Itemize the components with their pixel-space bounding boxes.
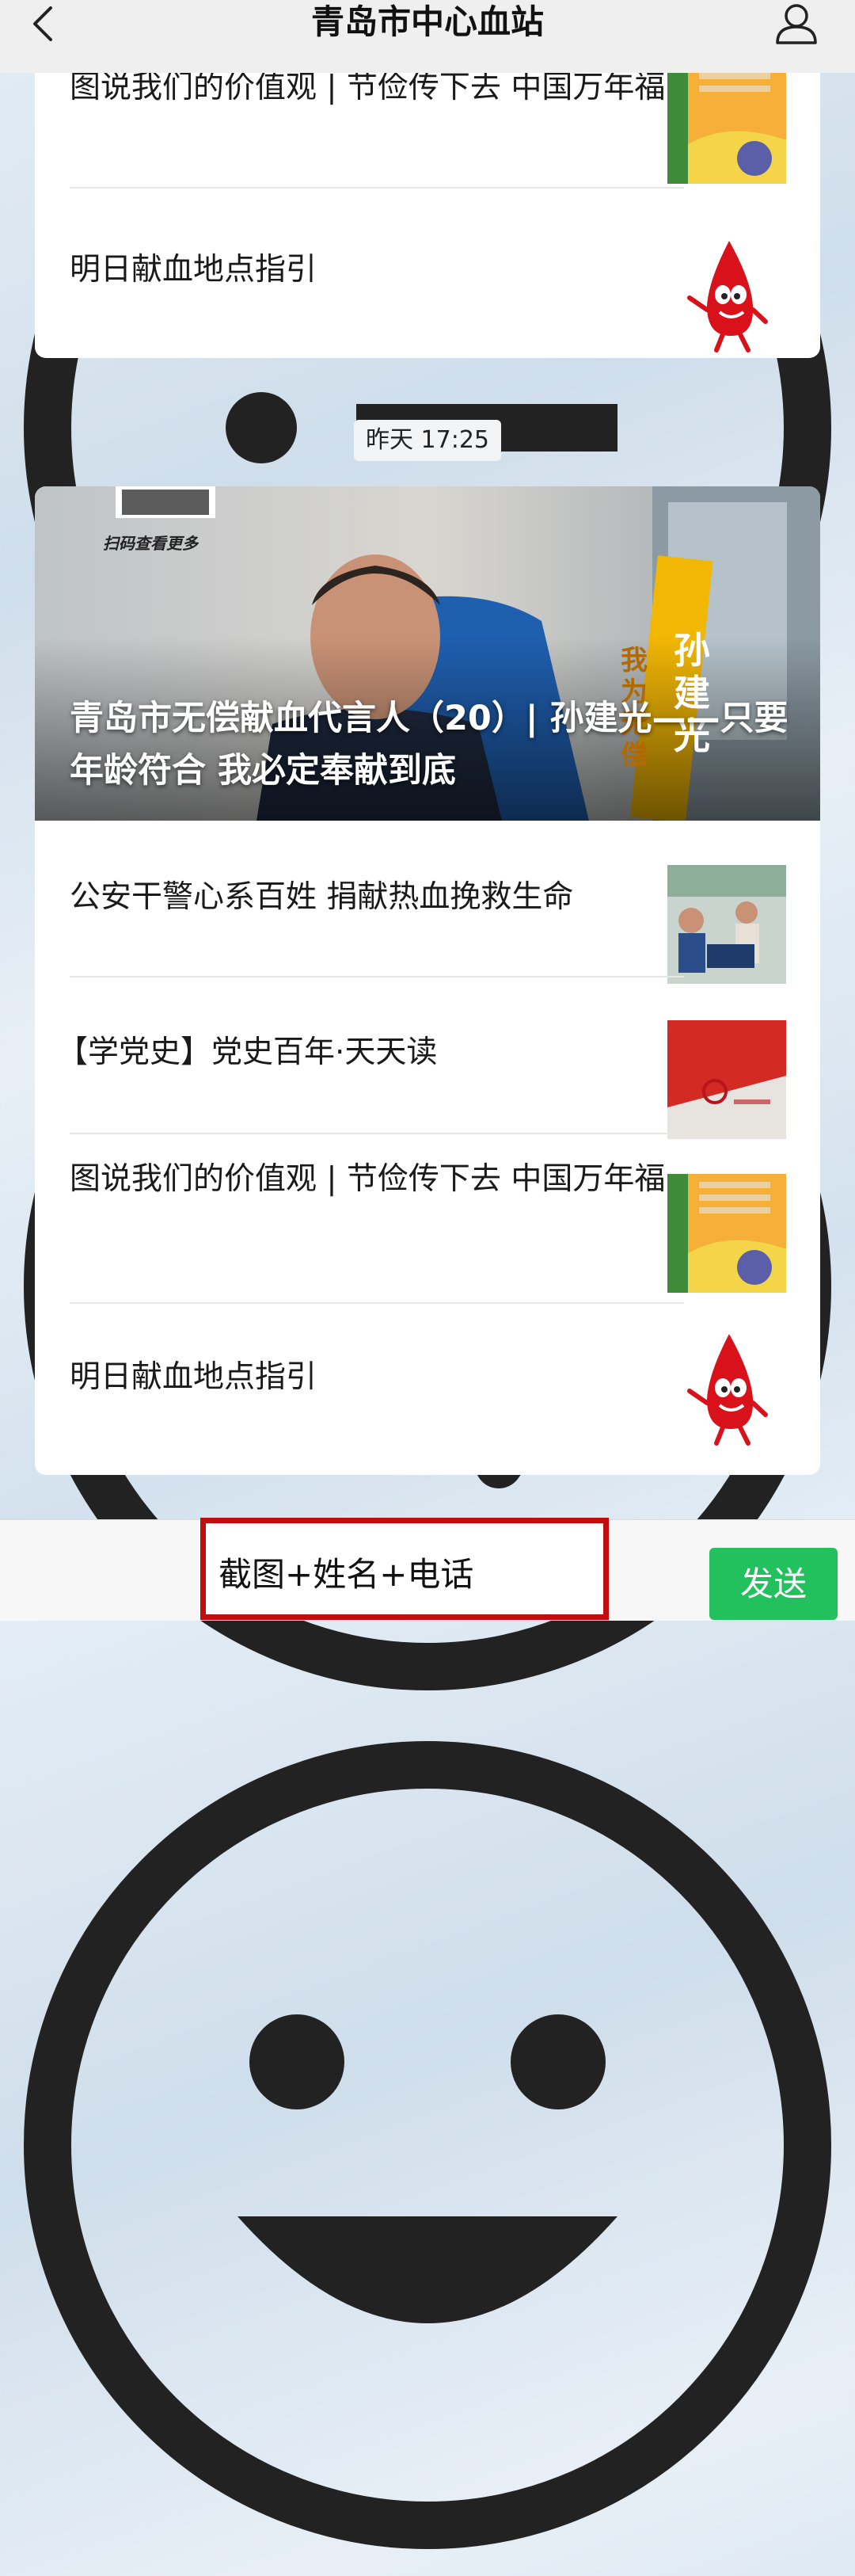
message-input-highlight [200,1518,609,1620]
article-title: 【学党史】党史百年·天天读 [57,1035,438,1070]
article-title: 明日献血地点指引 [70,1359,317,1395]
hero-title: 青岛市无偿献血代言人（20）| 孙建光——只要年龄符合 我必定奉献到底 [70,699,788,791]
blood-drop-mascot-icon [667,1328,786,1446]
message-card-previous: 图说我们的价值观 | 节俭传下去 中国万年福 明日献血地点指引 [35,32,820,358]
list-item[interactable]: 公安干警心系百姓 捐献热血挽救生命 [35,821,820,984]
article-title: 公安干警心系百姓 捐献热血挽救生命 [70,879,574,915]
message-input[interactable] [217,1539,592,1604]
article-thumbnail [667,865,786,984]
article-title: 明日献血地点指引 [70,252,317,288]
article-thumbnail [667,1020,786,1139]
list-item[interactable]: 明日献血地点指引 [35,1304,820,1470]
list-item[interactable]: 【学党史】党史百年·天天读 [35,977,820,1139]
article-title: 图说我们的价值观 | 节俭传下去 中国万年福 [70,1161,666,1197]
article-thumbnail [667,65,786,184]
page-title: 青岛市中心血站 [310,2,544,41]
list-item[interactable]: 明日献血地点指引 [35,189,820,355]
header-bar: 青岛市中心血站 [0,0,855,73]
qr-caption: 扫码查看更多 [103,534,198,553]
profile-icon[interactable] [773,0,820,46]
emoji-icon[interactable] [0,1717,855,2573]
message-card-article: 扫码查看更多 孙建光 我为无偿 青岛市无偿献血代言人（20）| 孙建光——只要年… [35,486,820,1475]
hero-article[interactable]: 扫码查看更多 孙建光 我为无偿 青岛市无偿献血代言人（20）| 孙建光——只要年… [35,486,820,821]
list-item[interactable]: 图说我们的价值观 | 节俭传下去 中国万年福 [35,1134,820,1293]
article-thumbnail [667,1174,786,1293]
timestamp: 昨天 17:25 [354,420,501,461]
blood-drop-mascot-icon [667,234,786,353]
send-button[interactable]: 发送 [709,1548,838,1620]
